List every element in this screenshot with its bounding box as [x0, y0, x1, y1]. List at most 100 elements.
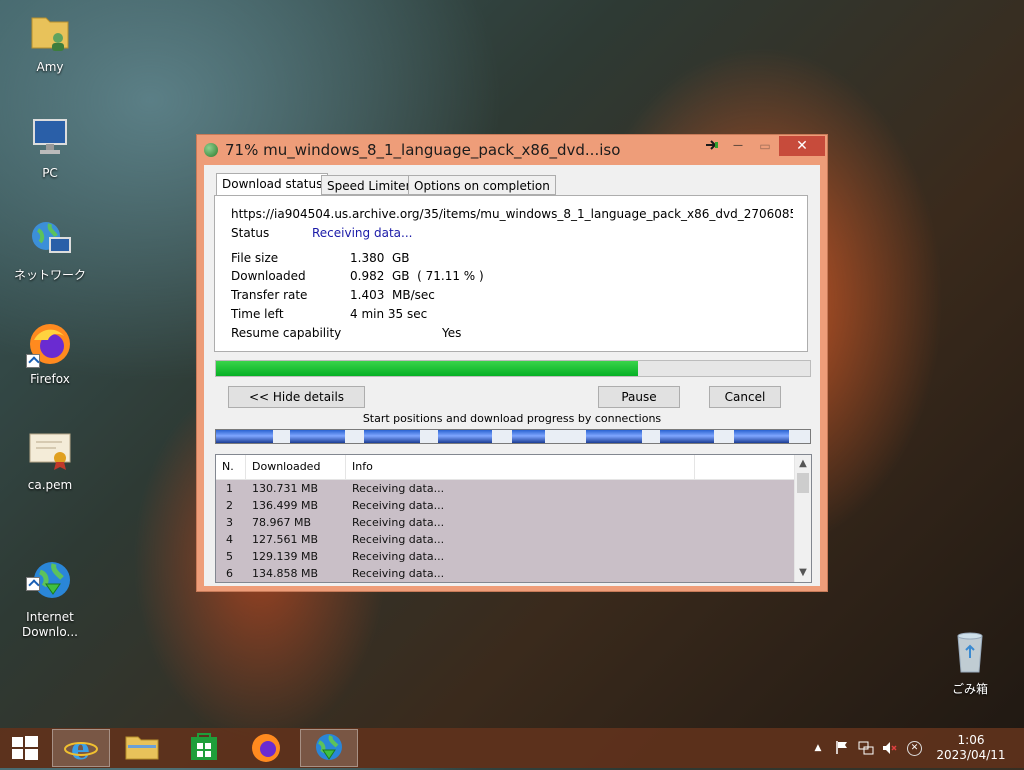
row-info: Receiving data... — [352, 516, 445, 529]
row-downloaded: 129.139 MB — [252, 550, 319, 563]
user-folder-icon — [26, 8, 74, 56]
firefox-icon — [26, 320, 74, 368]
maximize-button[interactable]: ▭ — [753, 136, 777, 156]
desktop-icon-recycle-bin[interactable]: ごみ箱 — [930, 630, 1010, 697]
taskbar-firefox[interactable] — [238, 729, 296, 767]
status-value: Receiving data... — [312, 226, 413, 240]
connection-segment — [586, 430, 642, 443]
title-bar[interactable]: 71% mu_windows_8_1_language_pack_x86_dvd… — [197, 135, 827, 165]
recycle-bin-icon — [946, 630, 994, 678]
notification-error-icon[interactable]: ✕ — [907, 741, 922, 756]
row-number: 5 — [226, 550, 233, 563]
idm-globe-icon — [26, 543, 74, 598]
row-info: Receiving data... — [352, 567, 445, 580]
close-button[interactable]: ✕ — [779, 136, 825, 156]
shortcut-arrow-icon — [26, 577, 40, 591]
file-size-value: 1.380 GB — [350, 251, 410, 265]
connection-segment — [512, 430, 545, 443]
taskbar-file-explorer[interactable] — [114, 729, 172, 767]
column-header-number[interactable]: N. — [216, 455, 246, 479]
table-row[interactable]: 5 129.139 MB Receiving data... — [216, 548, 794, 565]
connection-segment — [216, 430, 273, 443]
row-number: 6 — [226, 567, 233, 580]
row-info: Receiving data... — [352, 533, 445, 546]
taskbar-store[interactable] — [176, 729, 234, 767]
table-row[interactable]: 6 134.858 MB Receiving data... — [216, 565, 794, 582]
scroll-down-icon[interactable]: ▼ — [795, 565, 811, 581]
desktop-icon-label: Amy — [36, 60, 64, 74]
row-number: 3 — [226, 516, 233, 529]
row-downloaded: 134.858 MB — [252, 567, 319, 580]
scroll-up-icon[interactable]: ▲ — [795, 456, 811, 472]
clock-date: 2023/04/11 — [936, 748, 1006, 762]
desktop-icon-amy[interactable]: Amy — [10, 8, 90, 75]
scroll-thumb[interactable] — [797, 473, 809, 493]
certificate-icon — [26, 426, 74, 474]
hide-details-button[interactable]: << Hide details — [228, 386, 365, 408]
row-downloaded: 127.561 MB — [252, 533, 319, 546]
desktop-icon-network[interactable]: ネットワーク — [10, 216, 90, 283]
row-number: 4 — [226, 533, 233, 546]
transfer-rate-label: Transfer rate — [231, 288, 308, 302]
pause-button[interactable]: Pause — [598, 386, 680, 408]
desktop-icon-ca-pem[interactable]: ca.pem — [10, 426, 90, 493]
row-info: Receiving data... — [352, 482, 445, 495]
show-hidden-icons-button[interactable]: ▲ — [810, 740, 826, 756]
connections-rows: 1 130.731 MB Receiving data... 2 136.499… — [216, 480, 794, 582]
desktop-icon-label: ca.pem — [27, 478, 73, 492]
column-header-downloaded[interactable]: Downloaded — [246, 455, 346, 479]
idm-globe-icon — [316, 734, 342, 760]
download-progress-bar — [215, 360, 811, 377]
start-button[interactable] — [0, 729, 50, 767]
file-size-label: File size — [231, 251, 279, 265]
internet-explorer-icon: e — [64, 732, 98, 767]
minimize-button[interactable]: — — [725, 136, 751, 156]
column-header-info[interactable]: Info — [346, 455, 695, 479]
network-icon[interactable] — [858, 740, 874, 756]
network-globe-icon — [26, 216, 74, 264]
row-info: Receiving data... — [352, 550, 445, 563]
window-title: 71% mu_windows_8_1_language_pack_x86_dvd… — [225, 141, 621, 159]
table-row[interactable]: 2 136.499 MB Receiving data... — [216, 497, 794, 514]
download-url: https://ia904504.us.archive.org/35/items… — [231, 207, 793, 221]
connections-list[interactable]: N. Downloaded Info 1 130.731 MB Receivin… — [215, 454, 812, 583]
time-left-label: Time left — [231, 307, 284, 321]
tab-speed-limiter[interactable]: Speed Limiter — [321, 175, 417, 195]
connection-segment — [364, 430, 420, 443]
connection-segment — [660, 430, 714, 443]
table-row[interactable]: 3 78.967 MB Receiving data... — [216, 514, 794, 531]
pin-arrow-icon[interactable] — [701, 136, 723, 156]
table-row[interactable]: 1 130.731 MB Receiving data... — [216, 480, 794, 497]
desktop-icon-firefox[interactable]: Firefox — [10, 320, 90, 387]
taskbar-internet-download-manager[interactable] — [300, 729, 358, 767]
clock-time: 1:06 — [957, 733, 985, 747]
windows-logo-icon — [12, 736, 38, 760]
desktop-icon-pc[interactable]: PC — [10, 114, 90, 181]
connections-scrollbar[interactable]: ▲ ▼ — [794, 455, 811, 582]
progress-fill — [216, 361, 639, 376]
download-status-panel: https://ia904504.us.archive.org/35/items… — [214, 195, 808, 352]
desktop-icon-label: ごみ箱 — [951, 682, 988, 696]
connection-segment — [438, 430, 492, 443]
row-downloaded: 130.731 MB — [252, 482, 319, 495]
taskbar: e ▲ ✕ 1:06 2023/04/11 — [0, 728, 1024, 768]
taskbar-clock[interactable]: 1:06 2023/04/11 — [926, 733, 1016, 763]
tab-download-status[interactable]: Download status — [216, 173, 329, 195]
table-row[interactable]: 4 127.561 MB Receiving data... — [216, 531, 794, 548]
taskbar-internet-explorer[interactable]: e — [52, 729, 110, 767]
row-downloaded: 136.499 MB — [252, 499, 319, 512]
row-number: 1 — [226, 482, 233, 495]
desktop-icon-label: Internet Downlo... — [22, 610, 78, 639]
row-number: 2 — [226, 499, 233, 512]
row-downloaded: 78.967 MB — [252, 516, 312, 529]
computer-icon — [26, 114, 74, 162]
tab-options-on-completion[interactable]: Options on completion — [408, 175, 556, 195]
window-client-area: Download status Speed Limiter Options on… — [204, 165, 820, 586]
action-center-flag-icon[interactable] — [834, 740, 850, 756]
connection-segment — [734, 430, 789, 443]
desktop-icon-label: PC — [42, 166, 58, 180]
desktop-icon-internet-download-manager[interactable]: Internet Downlo... — [10, 528, 90, 640]
volume-muted-icon[interactable] — [882, 740, 898, 756]
cancel-button[interactable]: Cancel — [709, 386, 781, 408]
folder-icon — [125, 736, 159, 760]
